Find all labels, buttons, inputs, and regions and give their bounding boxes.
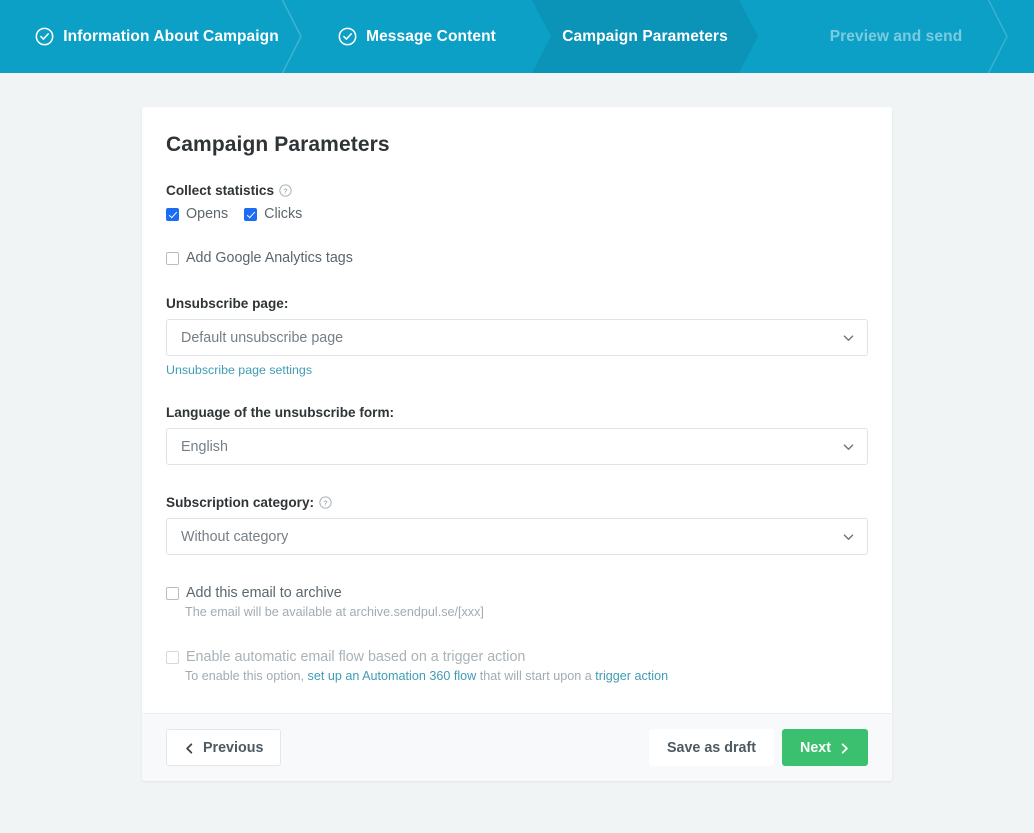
subscription-category-select[interactable]: Without category xyxy=(166,518,868,555)
svg-text:?: ? xyxy=(283,187,288,196)
automation-360-flow-link[interactable]: set up an Automation 360 flow xyxy=(308,669,477,683)
page-content: Campaign Parameters Collect statistics ?… xyxy=(0,73,1034,781)
checkbox-google-analytics-label: Add Google Analytics tags xyxy=(186,250,353,266)
trigger-flow-hint-prefix: To enable this option, xyxy=(185,669,308,683)
chevron-down-icon xyxy=(842,440,855,453)
checkbox-add-to-archive-label: Add this email to archive xyxy=(186,585,342,601)
unsubscribe-page-group: Unsubscribe page: Default unsubscribe pa… xyxy=(166,296,868,379)
chevron-down-icon xyxy=(842,530,855,543)
checkbox-clicks-box[interactable] xyxy=(244,208,257,221)
checkbox-add-to-archive-box[interactable] xyxy=(166,587,179,600)
footer-actions: Save as draft Next xyxy=(649,729,868,766)
trigger-flow-hint: To enable this option, set up an Automat… xyxy=(185,669,868,683)
checkbox-clicks-label: Clicks xyxy=(264,206,302,222)
step-list: Information About Campaign Message Conte… xyxy=(0,0,1034,73)
subscription-category-group: Subscription category: ? Without categor… xyxy=(166,495,868,555)
step-preview-and-send[interactable]: Preview and send xyxy=(758,0,1034,73)
collect-statistics-text: Collect statistics xyxy=(166,183,274,198)
google-analytics-row: Add Google Analytics tags xyxy=(166,250,868,266)
trigger-action-link[interactable]: trigger action xyxy=(595,669,668,683)
question-circle-icon[interactable]: ? xyxy=(279,184,292,197)
subscription-category-value: Without category xyxy=(181,529,288,545)
step-separator-icon xyxy=(282,0,302,73)
previous-button[interactable]: Previous xyxy=(166,729,281,766)
campaign-wizard-stepbar: Information About Campaign Message Conte… xyxy=(0,0,1034,73)
checkbox-enable-trigger-flow-label: Enable automatic email flow based on a t… xyxy=(186,649,525,665)
collect-statistics-label: Collect statistics ? xyxy=(166,183,868,198)
unsubscribe-page-label: Unsubscribe page: xyxy=(166,296,868,311)
campaign-parameters-card: Campaign Parameters Collect statistics ?… xyxy=(142,107,892,781)
checkbox-add-to-archive[interactable]: Add this email to archive xyxy=(166,585,868,601)
archive-hint: The email will be available at archive.s… xyxy=(185,605,868,619)
subscription-category-text: Subscription category: xyxy=(166,495,314,510)
checkbox-opens-label: Opens xyxy=(186,206,228,222)
unsubscribe-page-settings-link[interactable]: Unsubscribe page settings xyxy=(166,363,312,377)
step-label: Campaign Parameters xyxy=(562,28,728,46)
question-circle-icon[interactable]: ? xyxy=(319,496,332,509)
next-button[interactable]: Next xyxy=(782,729,868,766)
checkbox-google-analytics[interactable]: Add Google Analytics tags xyxy=(166,250,353,266)
checkbox-enable-trigger-flow[interactable]: Enable automatic email flow based on a t… xyxy=(166,649,868,665)
next-button-label: Next xyxy=(800,740,831,756)
check-circle-icon xyxy=(35,27,54,46)
save-as-draft-button[interactable]: Save as draft xyxy=(649,729,774,766)
checkbox-opens-box[interactable] xyxy=(166,208,179,221)
unsubscribe-language-select[interactable]: English xyxy=(166,428,868,465)
save-as-draft-label: Save as draft xyxy=(667,740,756,756)
chevron-right-icon xyxy=(839,742,850,753)
archive-group: Add this email to archive The email will… xyxy=(166,585,868,619)
chevron-down-icon xyxy=(842,331,855,344)
checkbox-google-analytics-box[interactable] xyxy=(166,252,179,265)
trigger-flow-hint-middle: that will start upon a xyxy=(476,669,595,683)
unsubscribe-page-select[interactable]: Default unsubscribe page xyxy=(166,319,868,356)
unsubscribe-language-group: Language of the unsubscribe form: Englis… xyxy=(166,405,868,465)
step-label: Information About Campaign xyxy=(63,28,279,46)
card-footer: Previous Save as draft Next xyxy=(142,713,892,781)
step-label: Preview and send xyxy=(830,28,963,46)
step-information-about-campaign[interactable]: Information About Campaign xyxy=(0,0,302,73)
unsubscribe-language-value: English xyxy=(181,439,228,455)
trigger-flow-group: Enable automatic email flow based on a t… xyxy=(166,649,868,683)
collect-statistics-options: Opens Clicks xyxy=(166,206,868,222)
checkbox-clicks[interactable]: Clicks xyxy=(244,206,302,222)
chevron-left-icon xyxy=(184,742,195,753)
step-separator-icon xyxy=(988,0,1008,73)
step-label: Message Content xyxy=(366,28,496,46)
page-title: Campaign Parameters xyxy=(166,133,868,157)
check-circle-icon xyxy=(338,27,357,46)
subscription-category-label: Subscription category: ? xyxy=(166,495,868,510)
card-body: Campaign Parameters Collect statistics ?… xyxy=(142,107,892,713)
checkbox-enable-trigger-flow-box[interactable] xyxy=(166,651,179,664)
unsubscribe-page-value: Default unsubscribe page xyxy=(181,330,343,346)
previous-button-label: Previous xyxy=(203,740,263,756)
svg-text:?: ? xyxy=(323,499,328,508)
checkbox-opens[interactable]: Opens xyxy=(166,206,228,222)
unsubscribe-language-label: Language of the unsubscribe form: xyxy=(166,405,868,420)
step-campaign-parameters[interactable]: Campaign Parameters xyxy=(532,0,758,73)
step-message-content[interactable]: Message Content xyxy=(302,0,532,73)
